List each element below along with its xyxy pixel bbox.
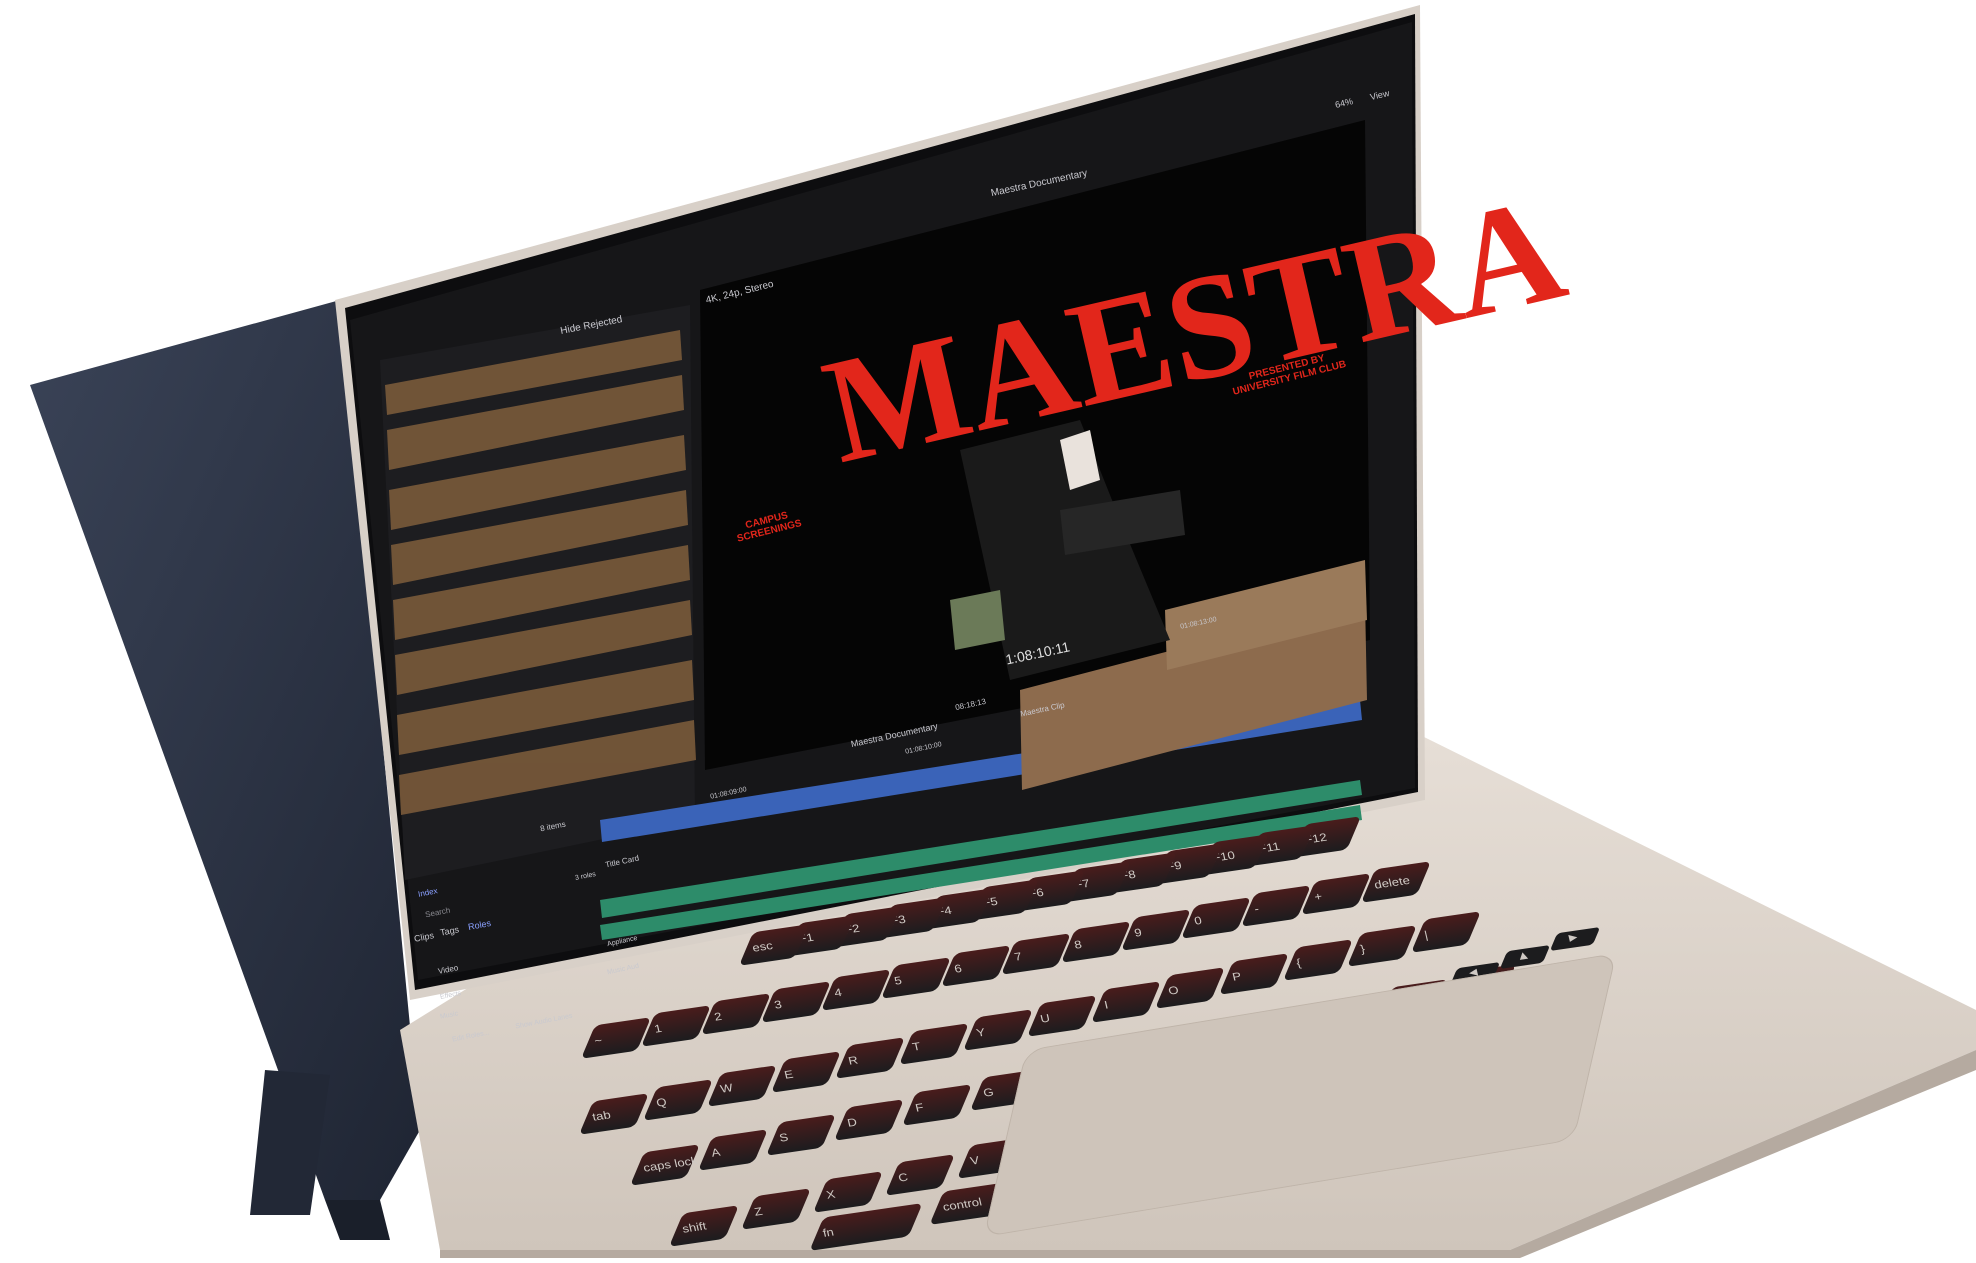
key-label: 8 — [1072, 937, 1084, 952]
key-1-10[interactable]: 0 — [1180, 897, 1252, 939]
key-2-7[interactable]: U — [1026, 995, 1098, 1037]
product-scene: Maestra Documentary 4K, 24p, Stereo 64% … — [0, 0, 1976, 1258]
key-label: fn — [821, 1225, 836, 1240]
key-2-9[interactable]: O — [1154, 967, 1226, 1009]
key-label: ~ — [592, 1033, 604, 1048]
key-0-0[interactable]: esc — [738, 924, 810, 966]
key-1-4[interactable]: 4 — [820, 969, 892, 1011]
key-label: T — [910, 1039, 922, 1054]
key-label: 5 — [892, 973, 904, 988]
key-label: Y — [974, 1025, 987, 1040]
key-4-2[interactable]: X — [812, 1171, 884, 1213]
key-1-2[interactable]: 2 — [700, 993, 772, 1035]
key-label: O — [1166, 983, 1180, 998]
arrow-key-label: ▶ — [1568, 932, 1579, 944]
key-label: Q — [654, 1095, 668, 1110]
key-label: E — [782, 1067, 795, 1082]
key-2-0[interactable]: tab — [578, 1093, 650, 1135]
key-2-10[interactable]: P — [1218, 953, 1290, 995]
key-label: shift — [680, 1219, 708, 1236]
key-label: delete — [1372, 873, 1412, 892]
key-label: } — [1358, 942, 1367, 956]
key-label: A — [709, 1145, 722, 1160]
key-2-2[interactable]: W — [706, 1065, 778, 1107]
key-1-7[interactable]: 7 — [1000, 933, 1072, 975]
key-2-8[interactable]: I — [1090, 981, 1162, 1023]
key-label: esc — [750, 938, 775, 955]
key-label: V — [968, 1153, 981, 1168]
key-label: C — [896, 1170, 910, 1185]
key-2-3[interactable]: E — [770, 1051, 842, 1093]
key-3-3[interactable]: D — [833, 1099, 905, 1141]
key-3-1[interactable]: A — [697, 1129, 769, 1171]
key-1-3[interactable]: 3 — [760, 981, 832, 1023]
key-3-2[interactable]: S — [765, 1114, 837, 1156]
key-label: D — [845, 1115, 859, 1130]
key-label: Z — [752, 1204, 764, 1219]
key-label: + — [1312, 889, 1324, 904]
key-3-0[interactable]: caps lock — [629, 1144, 701, 1186]
key-label: 9 — [1132, 925, 1144, 940]
key-label: tab — [590, 1108, 612, 1124]
key-label: I — [1102, 998, 1110, 1012]
key-label: X — [824, 1187, 837, 1202]
key-label: G — [981, 1085, 995, 1100]
arrow-key-3[interactable]: ▶ — [1549, 926, 1601, 952]
key-2-11[interactable]: { — [1282, 939, 1354, 981]
key-1-8[interactable]: 8 — [1060, 921, 1132, 963]
key-3-4[interactable]: F — [901, 1084, 973, 1126]
key-label: 0 — [1192, 913, 1204, 928]
key-2-13[interactable]: | — [1410, 911, 1482, 953]
key-2-5[interactable]: T — [898, 1023, 970, 1065]
key-label: P — [1230, 969, 1243, 984]
key-label: | — [1422, 928, 1430, 942]
key-1-9[interactable]: 9 — [1120, 909, 1192, 951]
key-2-1[interactable]: Q — [642, 1079, 714, 1121]
key-label: 1 — [652, 1021, 664, 1036]
key-1-13[interactable]: delete — [1360, 861, 1432, 903]
key-1-5[interactable]: 5 — [880, 957, 952, 999]
key-4-1[interactable]: Z — [740, 1188, 812, 1230]
key-1-6[interactable]: 6 — [940, 945, 1012, 987]
key-4-0[interactable]: shift — [668, 1205, 740, 1247]
key-label: S — [777, 1130, 790, 1145]
keyboard: F12 F11 F10 F9 F8 F7 F6 F5 F4 F3 F2 F1 esc delete + -0 9… — [0, 0, 1976, 1258]
key-label: R — [846, 1053, 860, 1068]
key-2-6[interactable]: Y — [962, 1009, 1034, 1051]
key-label: 3 — [772, 997, 784, 1012]
key-2-12[interactable]: } — [1346, 925, 1418, 967]
key-label: { — [1294, 956, 1303, 970]
key-1-0[interactable]: ~ — [580, 1017, 652, 1059]
key-label: 6 — [952, 961, 964, 976]
key-label: - — [1252, 902, 1261, 916]
key-label: 4 — [832, 985, 844, 1000]
key-label: caps lock — [641, 1154, 699, 1175]
key-label: F — [913, 1100, 925, 1115]
key-2-4[interactable]: R — [834, 1037, 906, 1079]
key-4-3[interactable]: C — [884, 1154, 956, 1196]
key-label: 2 — [712, 1009, 724, 1024]
arrow-key-label: ▲ — [1518, 950, 1529, 962]
key-label: 7 — [1012, 949, 1024, 964]
key-label: W — [718, 1081, 735, 1096]
key-1-1[interactable]: 1 — [640, 1005, 712, 1047]
key-label: U — [1038, 1011, 1052, 1026]
key-1-11[interactable]: - — [1240, 885, 1312, 927]
key-1-12[interactable]: + — [1300, 873, 1372, 915]
key-label: control — [941, 1195, 984, 1214]
